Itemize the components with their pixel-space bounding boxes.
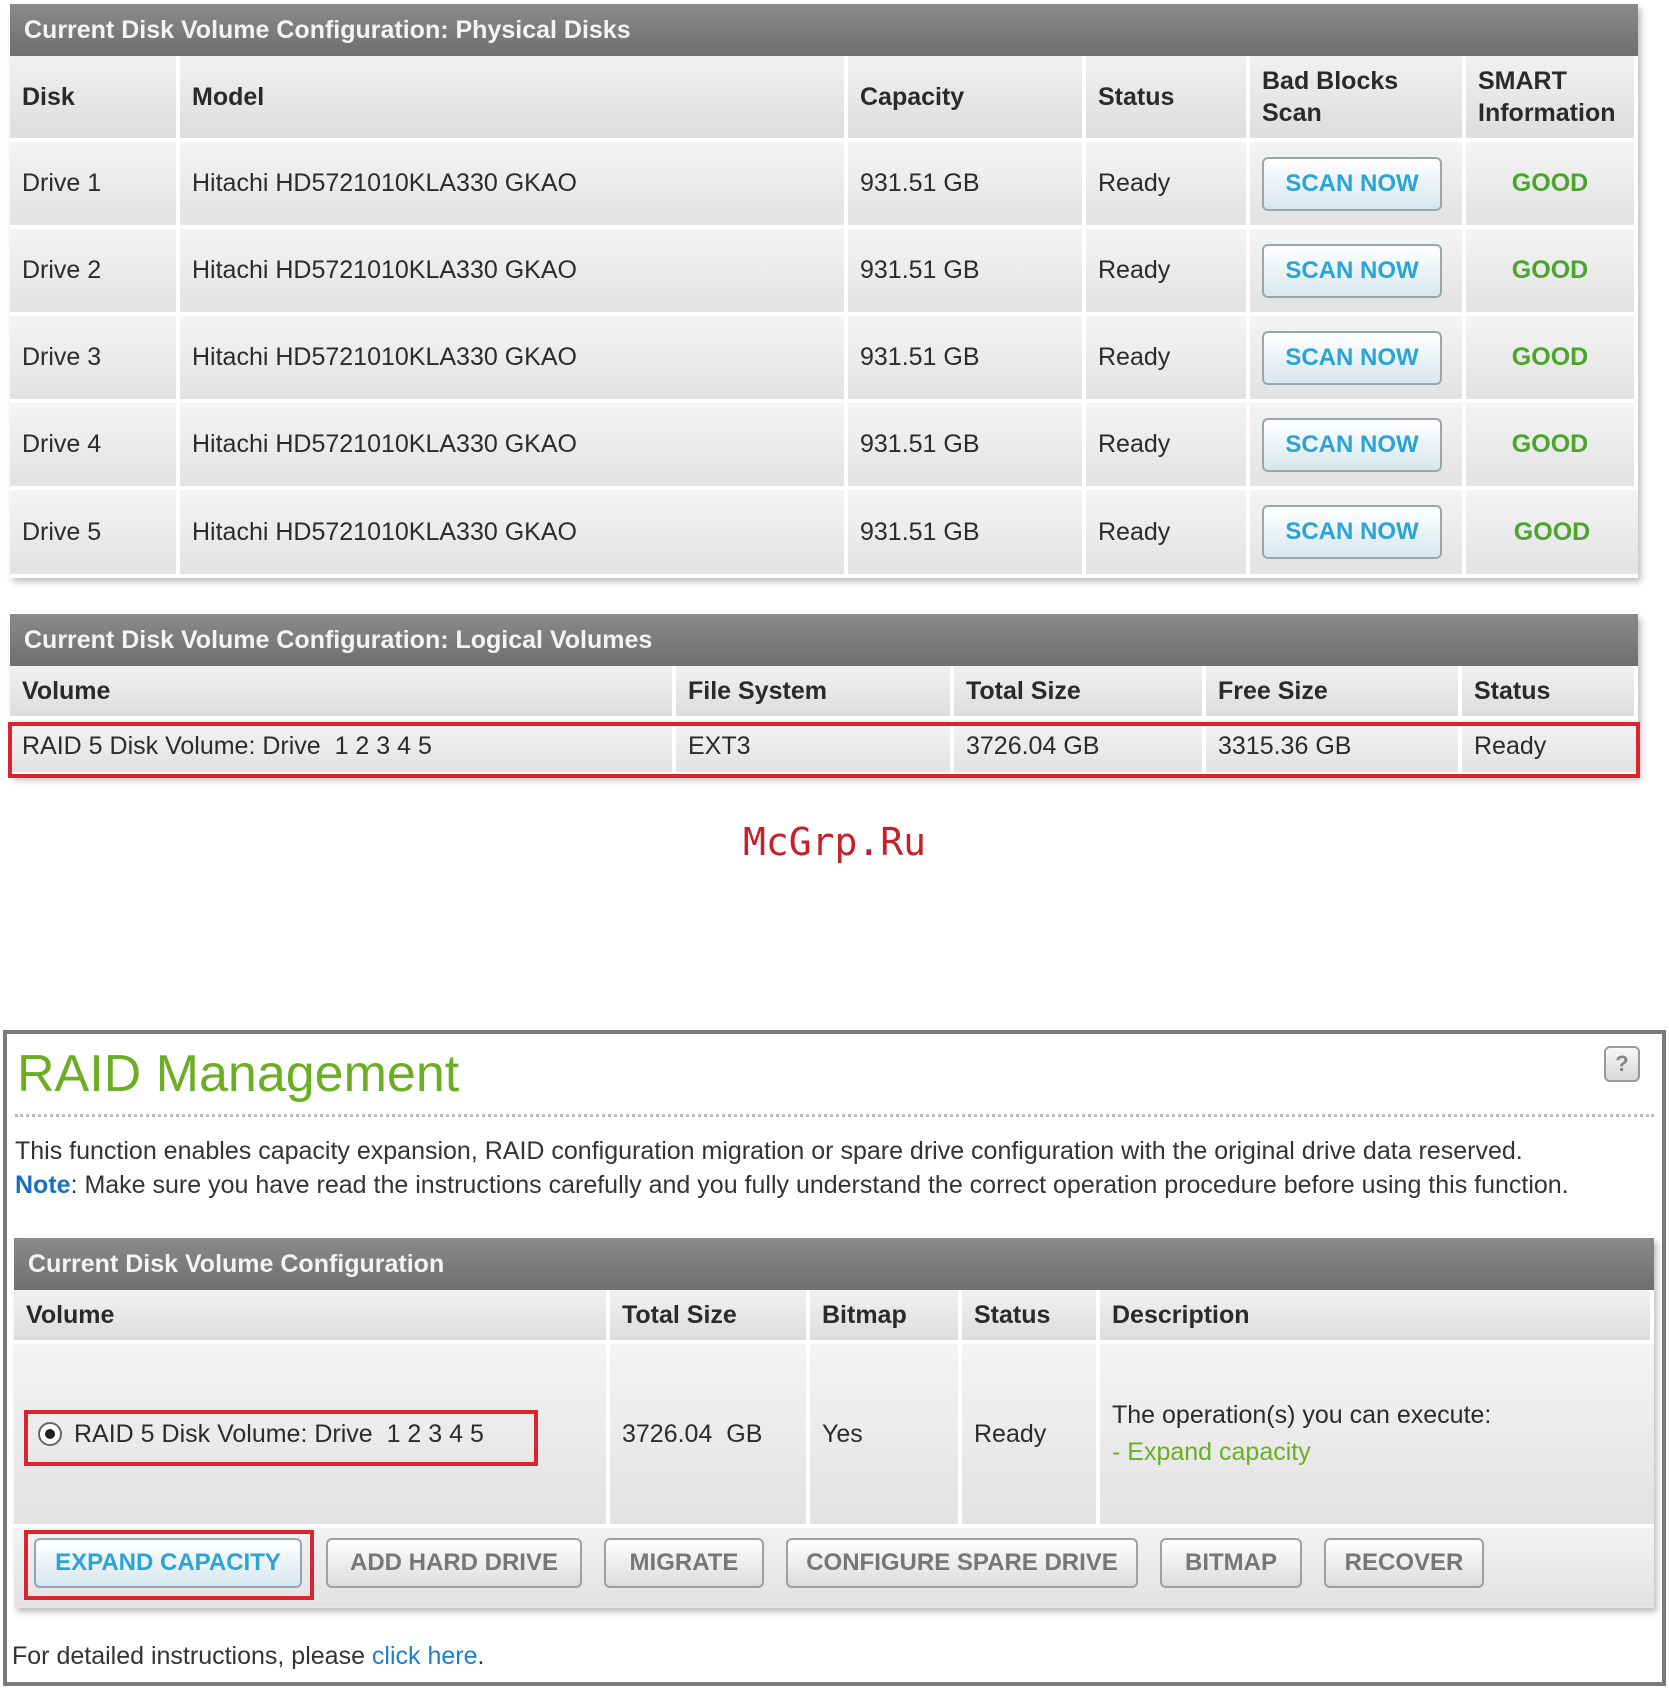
- drive-3-smart-status: GOOD: [1511, 343, 1589, 371]
- config-description-cell: The operation(s) you can execute: - Expa…: [1100, 1344, 1654, 1528]
- drive-3-smart-cell: GOOD: [1466, 316, 1638, 403]
- note-text: : Make sure you have read the instructio…: [70, 1171, 1569, 1199]
- drive-1-status: Ready: [1086, 142, 1250, 229]
- drive-3-model: Hitachi HD5721010KLA330 GKAO: [180, 316, 848, 403]
- drive-5-scan-now-button[interactable]: SCAN NOW: [1262, 505, 1442, 559]
- header-config-bitmap: Bitmap: [810, 1290, 962, 1344]
- header-volume: Volume: [10, 666, 676, 720]
- drive-5-model: Hitachi HD5721010KLA330 GKAO: [180, 490, 848, 578]
- current-config-title: Current Disk Volume Configuration: [14, 1238, 1654, 1290]
- drive-3-status: Ready: [1086, 316, 1250, 403]
- bitmap-button[interactable]: BITMAP: [1160, 1538, 1302, 1588]
- drive-2-scan-cell: SCAN NOW: [1250, 229, 1466, 316]
- drive-1-model: Hitachi HD5721010KLA330 GKAO: [180, 142, 848, 229]
- drive-1-capacity: 931.51 GB: [848, 142, 1086, 229]
- logical-volumes-title: Current Disk Volume Configuration: Logic…: [10, 614, 1638, 666]
- config-total-size: 3726.04 GB: [610, 1344, 810, 1528]
- drive-5-scan-cell: SCAN NOW: [1250, 490, 1466, 578]
- config-description-text: The operation(s) you can execute:: [1112, 1401, 1492, 1429]
- drive-2-smart-cell: GOOD: [1466, 229, 1638, 316]
- header-model: Model: [180, 56, 848, 142]
- add-hard-drive-button[interactable]: ADD HARD DRIVE: [326, 1538, 582, 1588]
- configure-spare-drive-button[interactable]: CONFIGURE SPARE DRIVE: [786, 1538, 1138, 1588]
- footer-end: .: [477, 1642, 485, 1670]
- drive-4-smart-cell: GOOD: [1466, 403, 1638, 490]
- logical-volume-highlight: [8, 722, 1640, 778]
- title-divider: [15, 1114, 1654, 1117]
- drive-2-model: Hitachi HD5721010KLA330 GKAO: [180, 229, 848, 316]
- header-capacity: Capacity: [848, 56, 1086, 142]
- drive-2-smart-status: GOOD: [1511, 256, 1589, 284]
- drive-2-name: Drive 2: [10, 229, 180, 316]
- drive-1-name: Drive 1: [10, 142, 180, 229]
- migrate-button[interactable]: MIGRATE: [604, 1538, 764, 1588]
- expand-capacity-option: - Expand capacity: [1112, 1438, 1311, 1466]
- drive-5-smart-status: GOOD: [1513, 517, 1591, 546]
- recover-button[interactable]: RECOVER: [1324, 1538, 1484, 1588]
- drive-2-capacity: 931.51 GB: [848, 229, 1086, 316]
- physical-disks-title: Current Disk Volume Configuration: Physi…: [10, 4, 1638, 56]
- physical-disks-table: Disk Model Capacity Status Bad Blocks Sc…: [10, 56, 1638, 578]
- drive-2-status: Ready: [1086, 229, 1250, 316]
- drive-4-capacity: 931.51 GB: [848, 403, 1086, 490]
- header-free-size: Free Size: [1206, 666, 1462, 720]
- footer-instructions: For detailed instructions, please click …: [12, 1642, 484, 1671]
- header-disk: Disk: [10, 56, 180, 142]
- drive-2-scan-now-button[interactable]: SCAN NOW: [1262, 243, 1442, 298]
- drive-5-smart-cell: GOOD: [1466, 490, 1638, 578]
- drive-3-scan-cell: SCAN NOW: [1250, 316, 1466, 403]
- watermark-text: McGrp.Ru: [742, 820, 927, 864]
- help-icon[interactable]: ?: [1604, 1046, 1640, 1082]
- physical-disks-panel: Current Disk Volume Configuration: Physi…: [10, 4, 1638, 578]
- function-description: This function enables capacity expansion…: [15, 1137, 1523, 1165]
- header-config-total-size: Total Size: [610, 1290, 810, 1344]
- drive-1-smart-status: GOOD: [1511, 169, 1589, 197]
- expand-capacity-highlight: [24, 1530, 314, 1600]
- drive-4-status: Ready: [1086, 403, 1250, 490]
- raid-management-title: RAID Management: [17, 1045, 460, 1103]
- drive-1-scan-now-button[interactable]: SCAN NOW: [1262, 156, 1442, 211]
- header-volume-status: Status: [1462, 666, 1638, 720]
- header-status: Status: [1086, 56, 1250, 142]
- click-here-link[interactable]: click here: [372, 1642, 478, 1670]
- header-config-status: Status: [962, 1290, 1100, 1344]
- drive-3-capacity: 931.51 GB: [848, 316, 1086, 403]
- header-bad-blocks-scan: Bad Blocks Scan: [1250, 56, 1466, 142]
- volume-selection-highlight: [24, 1410, 538, 1466]
- config-status: Ready: [962, 1344, 1100, 1528]
- drive-4-scan-cell: SCAN NOW: [1250, 403, 1466, 490]
- header-smart-information: SMART Information: [1466, 56, 1638, 142]
- current-config-table: Volume Total Size Bitmap Status Descript…: [14, 1290, 1654, 1528]
- header-config-volume: Volume: [14, 1290, 610, 1344]
- raid-description: This function enables capacity expansion…: [15, 1134, 1569, 1202]
- drive-4-model: Hitachi HD5721010KLA330 GKAO: [180, 403, 848, 490]
- footer-text: For detailed instructions, please: [12, 1642, 372, 1670]
- note-label: Note: [15, 1171, 71, 1199]
- drive-5-status: Ready: [1086, 490, 1250, 578]
- config-bitmap: Yes: [810, 1344, 962, 1528]
- drive-4-scan-now-button[interactable]: SCAN NOW: [1262, 417, 1442, 472]
- drive-1-smart-cell: GOOD: [1466, 142, 1638, 229]
- drive-3-name: Drive 3: [10, 316, 180, 403]
- drive-3-scan-now-button[interactable]: SCAN NOW: [1262, 330, 1442, 385]
- drive-5-name: Drive 5: [10, 490, 180, 578]
- drive-4-smart-status: GOOD: [1511, 430, 1589, 458]
- header-file-system: File System: [676, 666, 954, 720]
- note-line: Note: Make sure you have read the instru…: [15, 1168, 1569, 1202]
- drive-5-capacity: 931.51 GB: [848, 490, 1086, 578]
- drive-4-name: Drive 4: [10, 403, 180, 490]
- header-total-size: Total Size: [954, 666, 1206, 720]
- drive-1-scan-cell: SCAN NOW: [1250, 142, 1466, 229]
- header-config-description: Description: [1100, 1290, 1654, 1344]
